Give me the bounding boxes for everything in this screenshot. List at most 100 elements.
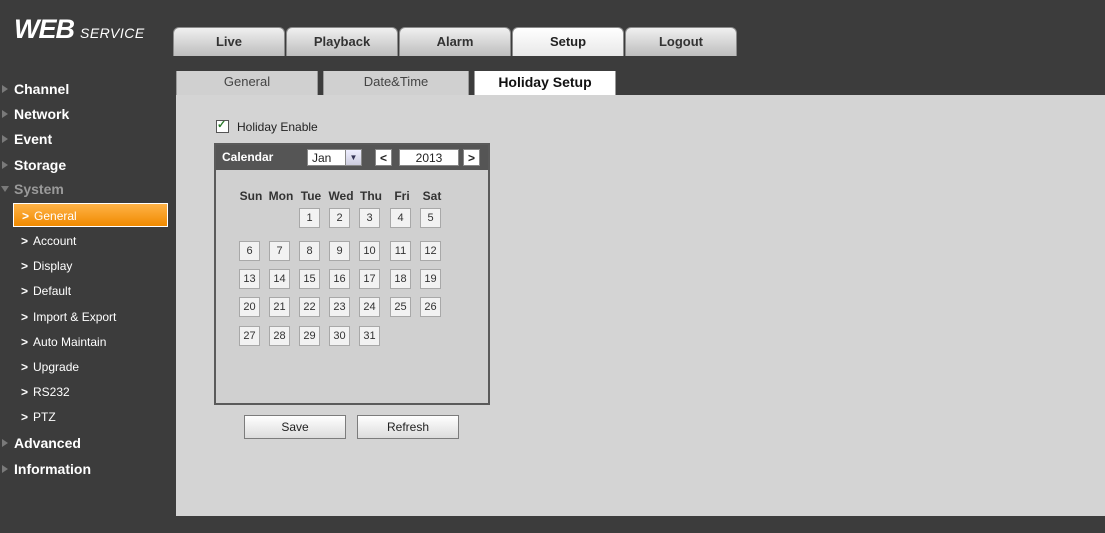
calendar: Calendar Jan ▼ < 2013 > Sun Mon Tue Wed …	[214, 143, 490, 405]
sidebar-item-channel[interactable]: Channel	[0, 78, 170, 100]
sidebar-item-advanced[interactable]: Advanced	[0, 432, 170, 454]
logo-sub: SERVICE	[80, 25, 145, 41]
dropdown-arrow-icon[interactable]: ▼	[345, 150, 361, 165]
weekday-label: Sun	[239, 189, 263, 203]
collapsed-arrow-icon	[2, 465, 8, 473]
tab-playback[interactable]: Playback	[286, 27, 398, 56]
sidebar-item-label: Advanced	[14, 435, 81, 451]
sidebar-subitem-label: Upgrade	[33, 360, 80, 374]
sidebar-item-storage[interactable]: Storage	[0, 154, 170, 176]
sidebar-subitem-display[interactable]: > Display	[13, 254, 168, 278]
calendar-day[interactable]: 25	[390, 297, 411, 317]
chevron-right-icon: >	[21, 410, 29, 424]
weekday-label: Fri	[394, 189, 410, 203]
sidebar-item-label: Storage	[14, 157, 67, 173]
sidebar-subitem-label: General	[34, 209, 77, 223]
weekday-label: Mon	[268, 189, 294, 203]
calendar-day[interactable]: 17	[359, 269, 380, 289]
sidebar-subitem-general[interactable]: > General	[13, 203, 168, 227]
calendar-day[interactable]: 14	[269, 269, 290, 289]
expanded-arrow-icon	[1, 186, 9, 192]
sub-tab-bar: General Date&Time Holiday Setup	[176, 71, 1105, 95]
tab-setup[interactable]: Setup	[512, 27, 624, 56]
calendar-day[interactable]: 31	[359, 326, 380, 346]
calendar-title: Calendar	[222, 150, 274, 164]
sidebar-subitem-auto-maintain[interactable]: > Auto Maintain	[13, 330, 168, 354]
sidebar-subitem-label: RS232	[33, 385, 70, 399]
calendar-day[interactable]: 6	[239, 241, 260, 261]
sidebar-subitem-default[interactable]: > Default	[13, 279, 168, 303]
sidebar-item-event[interactable]: Event	[0, 128, 170, 150]
tab-alarm[interactable]: Alarm	[399, 27, 511, 56]
calendar-day[interactable]: 19	[420, 269, 441, 289]
calendar-day[interactable]: 18	[390, 269, 411, 289]
month-value: Jan	[312, 151, 332, 165]
tab-logout[interactable]: Logout	[625, 27, 737, 56]
sidebar-subitem-account[interactable]: > Account	[13, 229, 168, 253]
calendar-day[interactable]: 8	[299, 241, 320, 261]
chevron-right-icon: >	[21, 259, 29, 273]
check-icon: ✓	[217, 119, 227, 132]
chevron-right-icon: >	[22, 209, 30, 223]
tab-live[interactable]: Live	[173, 27, 285, 56]
sidebar-subitem-label: Default	[33, 284, 72, 298]
calendar-day[interactable]: 9	[329, 241, 350, 261]
subtab-holiday-setup[interactable]: Holiday Setup	[474, 71, 616, 95]
holiday-enable-label: Holiday Enable	[237, 119, 318, 134]
calendar-day[interactable]: 13	[239, 269, 260, 289]
calendar-day[interactable]: 23	[329, 297, 350, 317]
chevron-right-icon: >	[21, 360, 29, 374]
app-frame: WEB SERVICE Live Playback Alarm Setup Log…	[0, 0, 1105, 533]
holiday-enable-checkbox[interactable]: ✓	[216, 119, 229, 134]
calendar-day[interactable]: 28	[269, 326, 290, 346]
weekday-label: Sat	[422, 189, 442, 203]
calendar-day[interactable]: 22	[299, 297, 320, 317]
sidebar-item-label: System	[14, 181, 64, 197]
save-button[interactable]: Save	[244, 415, 346, 439]
month-select[interactable]: Jan ▼	[307, 149, 362, 166]
collapsed-arrow-icon	[2, 439, 8, 447]
calendar-day[interactable]: 20	[239, 297, 260, 317]
calendar-day[interactable]: 1	[299, 208, 320, 228]
sidebar-item-system[interactable]: System	[0, 178, 170, 200]
calendar-day[interactable]: 15	[299, 269, 320, 289]
calendar-day[interactable]: 21	[269, 297, 290, 317]
prev-year-button[interactable]: <	[375, 149, 392, 166]
sidebar-subitem-ptz[interactable]: > PTZ	[13, 405, 168, 429]
chevron-right-icon: >	[21, 335, 29, 349]
sidebar-subitem-import-export[interactable]: > Import & Export	[13, 305, 168, 329]
calendar-day[interactable]: 29	[299, 326, 320, 346]
content-panel: General Date&Time Holiday Setup ✓ Holiday…	[176, 71, 1105, 516]
calendar-day[interactable]: 4	[390, 208, 411, 228]
logo-main: WEB	[14, 14, 75, 44]
calendar-day[interactable]: 12	[420, 241, 441, 261]
weekday-label: Tue	[300, 189, 322, 203]
chevron-right-icon: >	[21, 385, 29, 399]
calendar-day[interactable]: 27	[239, 326, 260, 346]
sidebar-subitem-upgrade[interactable]: > Upgrade	[13, 355, 168, 379]
chevron-right-icon: >	[21, 234, 29, 248]
sidebar-item-network[interactable]: Network	[0, 103, 170, 125]
calendar-day[interactable]: 3	[359, 208, 380, 228]
sidebar-subitem-rs232[interactable]: > RS232	[13, 380, 168, 404]
sidebar-subitem-label: Import & Export	[33, 310, 117, 324]
sidebar-item-information[interactable]: Information	[0, 458, 170, 480]
chevron-right-icon: >	[21, 284, 29, 298]
refresh-button[interactable]: Refresh	[357, 415, 459, 439]
subtab-date-time[interactable]: Date&Time	[323, 71, 469, 95]
subtab-general[interactable]: General	[176, 71, 318, 95]
calendar-day[interactable]: 24	[359, 297, 380, 317]
sidebar-item-label: Information	[14, 461, 91, 477]
calendar-day[interactable]: 26	[420, 297, 441, 317]
calendar-day[interactable]: 11	[390, 241, 411, 261]
next-year-button[interactable]: >	[463, 149, 480, 166]
calendar-day[interactable]: 10	[359, 241, 380, 261]
calendar-day[interactable]: 2	[329, 208, 350, 228]
calendar-day[interactable]: 5	[420, 208, 441, 228]
sidebar-subitem-label: PTZ	[33, 410, 56, 424]
calendar-day[interactable]: 7	[269, 241, 290, 261]
year-display: 2013	[399, 149, 459, 166]
calendar-day[interactable]: 30	[329, 326, 350, 346]
logo: WEB SERVICE	[14, 14, 174, 50]
calendar-day[interactable]: 16	[329, 269, 350, 289]
